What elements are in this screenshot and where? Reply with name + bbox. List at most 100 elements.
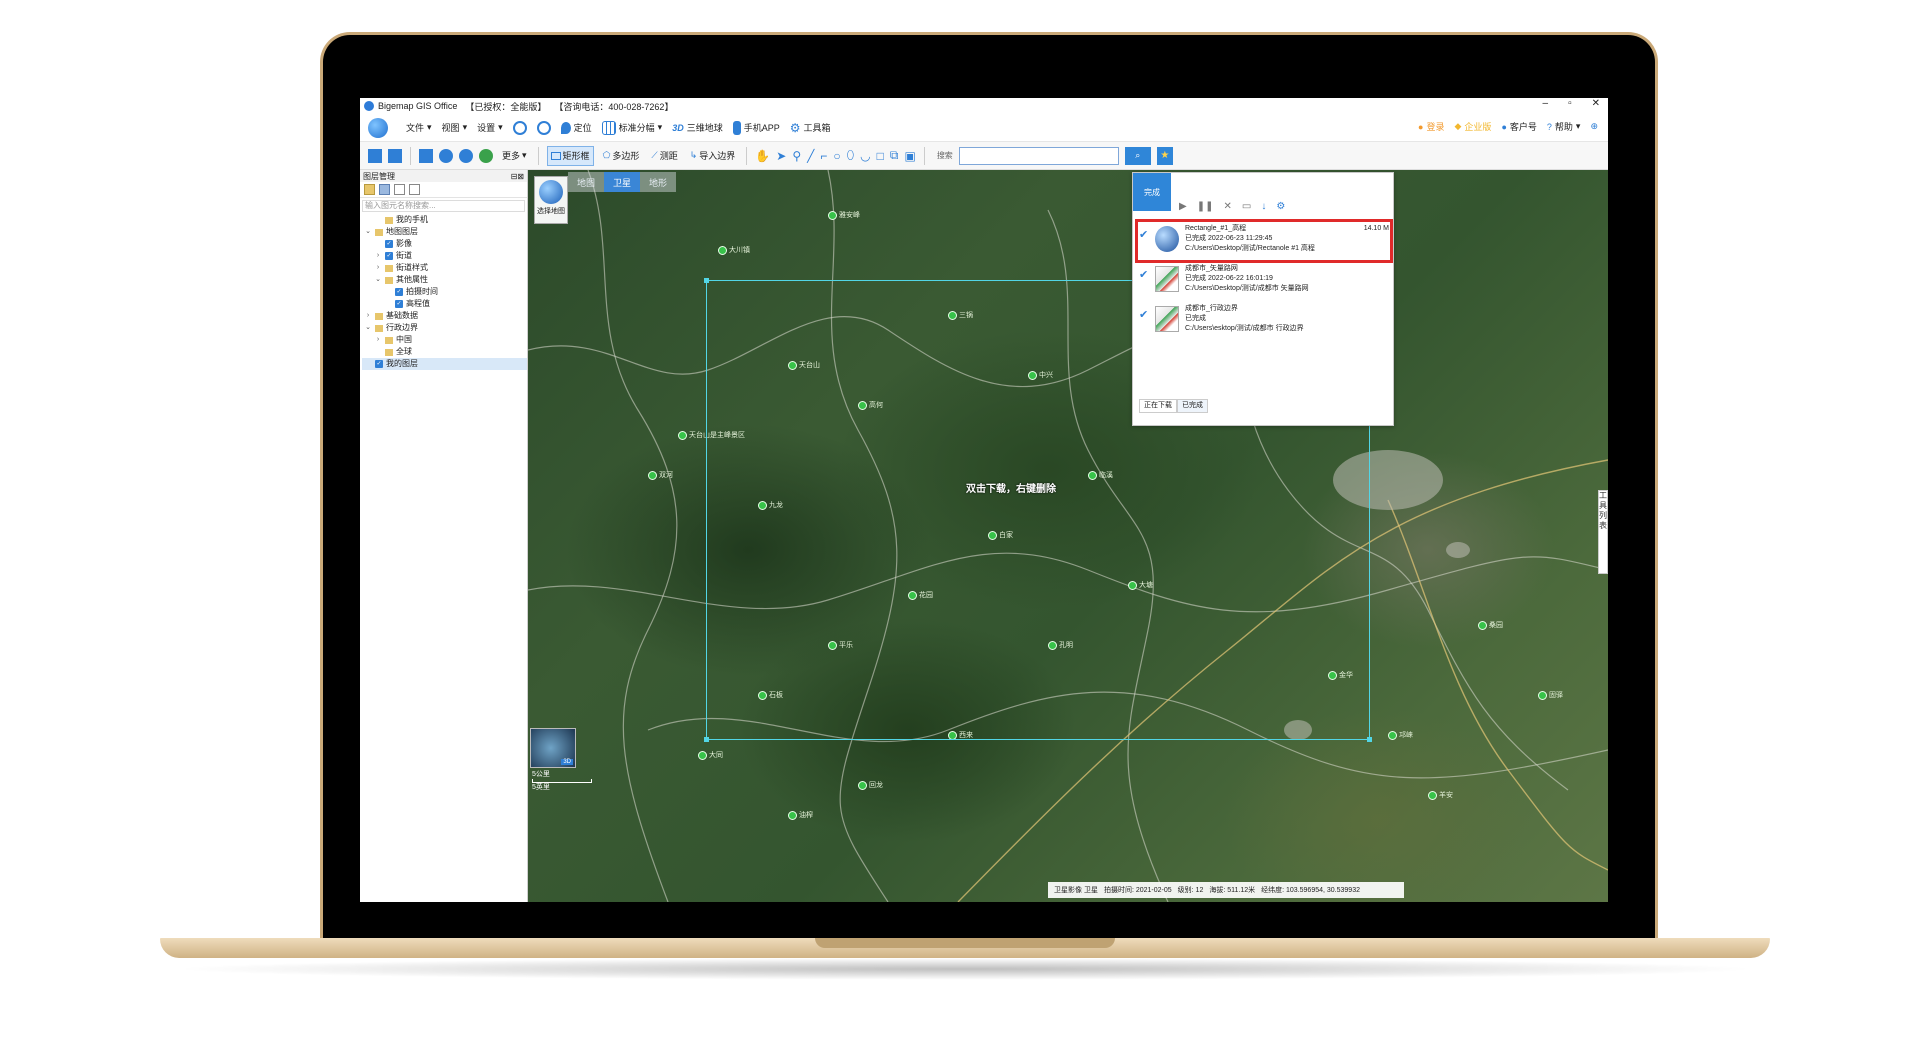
polygon-select-button[interactable]: ⬠ 多边形 [600,146,643,166]
resize-handle[interactable] [704,737,709,742]
save-icon[interactable] [388,148,402,163]
maximize-button[interactable]: ▫ [1568,98,1572,109]
search-input[interactable] [958,146,1119,165]
layer-search-input[interactable]: 输入图元名称搜索... [362,200,525,212]
map-poi[interactable]: 双河 [648,470,673,480]
pointer-icon[interactable]: ➤ [776,149,786,163]
checkbox-checked[interactable]: ✓ [385,252,393,260]
delete-icon[interactable]: ✕ [1223,201,1231,212]
3d-toggle[interactable]: 3D [561,759,573,765]
chevron-right-icon[interactable]: › [374,250,382,262]
ellipse-icon[interactable]: ⬯ [847,148,855,163]
layer-tree-item[interactable]: ✓ 影像 [362,238,527,250]
globe-3d-button[interactable]: 3D 三维地球 [672,121,723,134]
zoom-out-icon[interactable] [536,120,551,135]
layer-tree-item[interactable]: › ✓ 街道 [362,250,527,262]
import-icon[interactable]: ↓ [1261,201,1266,212]
favorite-button[interactable]: ★ [1156,146,1173,165]
measure-button[interactable]: ⟋ 测距 [648,146,680,166]
map-poi[interactable]: 邛崃 [1388,730,1413,740]
checkbox-checked[interactable]: ✓ [395,300,403,308]
open-folder-icon[interactable] [368,148,382,163]
map-poi[interactable]: 固驿 [1538,690,1563,700]
layers-icon[interactable] [419,148,433,163]
tab-completed[interactable]: 已完成 [1177,399,1208,413]
download-item[interactable]: ✔ Rectangle_#1_高程 已完成 2022-06-23 11:29:45 C… [1135,219,1393,263]
layer-tree-item[interactable]: › 中国 [362,334,527,346]
globe-icon[interactable] [459,148,473,163]
layer-tree-item[interactable]: ✓ 我的图层 [362,358,527,370]
layer-tree-item[interactable]: ⌄ 其他属性 [362,274,527,286]
tab-terrain[interactable]: 地形 [640,172,676,192]
map-poi[interactable]: 回龙 [858,780,883,790]
done-button[interactable]: 完成 [1133,173,1171,211]
map-poi[interactable]: 羊安 [1428,790,1453,800]
pin-close-icon[interactable]: ⊟⊠ [511,172,524,181]
tab-map[interactable]: 地图 [568,172,604,192]
marker-icon[interactable]: ⚲ [792,149,801,163]
terrain-icon[interactable] [479,148,493,163]
layer-tree-item[interactable]: ⌄ 地图图层 [362,226,527,238]
tag-icon[interactable]: ⧉ [890,148,899,163]
expand-icon[interactable] [394,184,405,195]
sector-icon[interactable]: ◡ [860,149,870,163]
checkbox-checked[interactable]: ✓ [395,288,403,296]
download-item[interactable]: ✔ 成都市_行政边界 已完成 C:/Users\esktop/测试/成都市 行政边界 [1137,301,1391,341]
more-button[interactable]: 更多 ▾ [499,146,530,166]
menu-settings[interactable]: 设置 ▾ [477,121,503,134]
map-view[interactable]: 地图 卫星 地形 选择地图 大川镇 雅安峰 天台山 天台山是主峰景区 双河 九龙 高何 三锅中… [528,170,1608,902]
settings-icon[interactable]: ⚙ [1276,201,1285,212]
chevron-down-icon[interactable]: ⌄ [364,322,372,334]
panel-icon[interactable]: ▣ [904,149,915,163]
pause-icon[interactable]: ❚❚ [1197,201,1214,212]
layer-tree-item[interactable]: ✓ 拍摄时间 [362,286,527,298]
resize-handle[interactable] [704,278,709,283]
hand-pan-icon[interactable]: ✋ [755,149,770,163]
play-icon[interactable]: ▶ [1179,201,1187,212]
map-poi[interactable]: 油榨 [788,810,813,820]
chevron-right-icon[interactable]: › [374,262,382,274]
locate-button[interactable]: 定位 [560,121,592,134]
rectangle-select-button[interactable]: 矩形框 [546,145,594,166]
enterprise-button[interactable]: ◆ 企业版 [1455,120,1492,133]
customer-id-button[interactable]: ● 客户号 [1501,120,1536,133]
map-poi[interactable]: 大同 [698,750,723,760]
folder-icon[interactable] [364,184,375,195]
grid-button[interactable]: 标准分幅 ▾ [601,120,662,135]
polyline-icon[interactable]: ⌐ [820,149,827,163]
map-poi[interactable]: 大川镇 [718,245,750,255]
app-menu-icon[interactable] [368,117,388,138]
circle-icon[interactable]: ○ [833,149,840,163]
globe-icon[interactable] [439,148,453,163]
layer-tree-item[interactable]: 全球 [362,346,527,358]
map-poi[interactable]: 桑园 [1478,620,1503,630]
tab-downloading[interactable]: 正在下载 [1139,399,1177,413]
line-icon[interactable]: ╱ [807,149,814,163]
map-poi[interactable]: 雅安峰 [828,210,860,220]
compass-icon[interactable]: ⊕ [1590,121,1598,132]
layer-tree-item[interactable]: ✓ 高程值 [362,298,527,310]
zoom-in-icon[interactable] [512,120,527,135]
layer-tree-item[interactable]: 我的手机 [362,214,527,226]
minimize-button[interactable]: – [1543,98,1549,109]
chevron-right-icon[interactable]: › [364,310,372,322]
chevron-right-icon[interactable]: › [374,334,382,346]
folder-icon[interactable]: ▭ [1242,201,1251,212]
layer-tree-item[interactable]: › 街道样式 [362,262,527,274]
toolbox-button[interactable]: ⚙ 工具箱 [790,121,831,135]
import-boundary-button[interactable]: ↳ 导入边界 [687,146,739,166]
layer-tree-item[interactable]: › 基础数据 [362,310,527,322]
resize-handle[interactable] [1367,737,1372,742]
select-map-button[interactable]: 选择地图 [534,176,568,224]
help-button[interactable]: ? 帮助 ▾ [1547,120,1581,133]
checkbox-checked[interactable]: ✓ [385,240,393,248]
tool-list-tab[interactable]: 工具列表 [1598,490,1608,574]
chevron-down-icon[interactable]: ⌄ [374,274,382,286]
search-icon[interactable] [409,184,420,195]
search-button[interactable]: ⌕ [1124,146,1151,165]
square-icon[interactable]: □ [877,149,884,163]
save-icon[interactable] [379,184,390,195]
download-item[interactable]: ✔ 成都市_矢量路网 已完成 2022-06-22 16:01:19 C:/Users… [1137,261,1391,301]
login-button[interactable]: ● 登录 [1418,120,1444,133]
minimap[interactable]: 3D [530,728,576,768]
